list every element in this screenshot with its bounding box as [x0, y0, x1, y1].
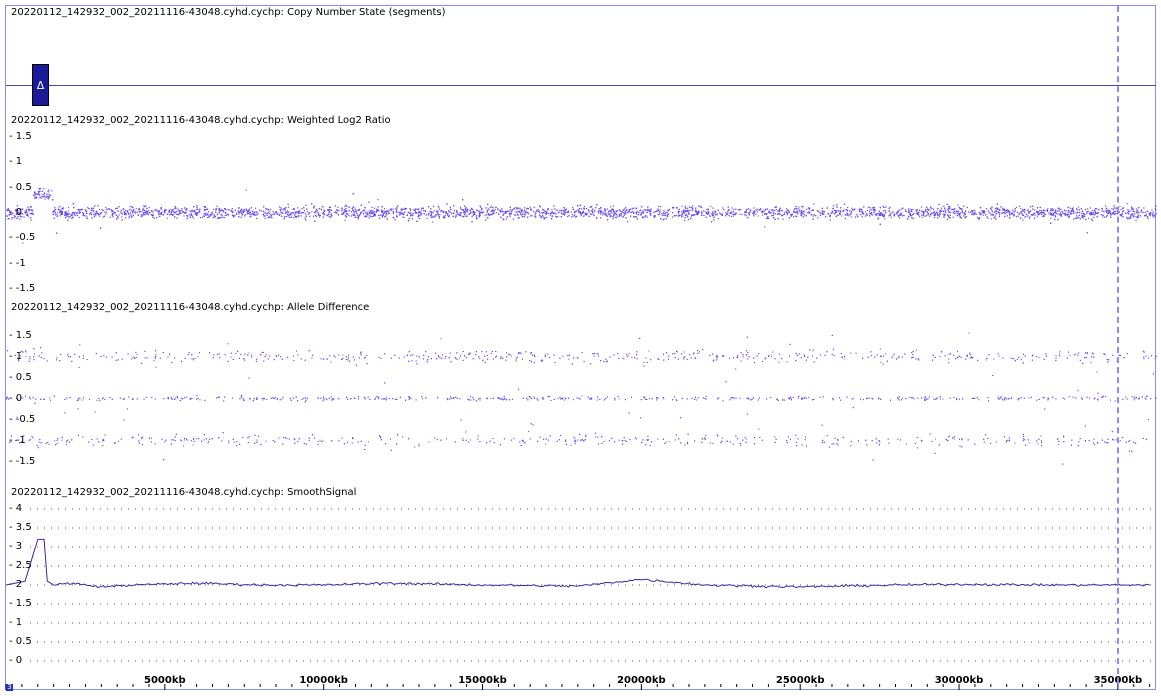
x-axis-label: 10000kb: [299, 675, 348, 686]
x-axis-label: 15000kb: [458, 675, 507, 686]
x-axis-label: 20000kb: [617, 675, 666, 686]
cursor-line[interactable]: [1117, 6, 1119, 684]
copy-number-title: 20220112_142932_002_20211116-43048.cyhd.…: [11, 7, 446, 18]
log2-tick-label: - 0: [9, 206, 23, 218]
smooth-tick-label: - 1: [9, 617, 23, 628]
log2-tick-label: - 1.5: [9, 131, 32, 142]
log2-tick-label: - -0.5: [9, 232, 36, 244]
smooth-signal-title: 20220112_142932_002_20211116-43048.cyhd.…: [11, 487, 357, 498]
smooth-tick-label: - 1.5: [9, 598, 32, 609]
smooth-tick-label: - 0.5: [9, 636, 32, 647]
smooth-tick-label: - 3: [9, 541, 23, 552]
allele-tick-label: - 0: [9, 393, 23, 404]
allele-difference-title: 20220112_142932_002_20211116-43048.cyhd.…: [11, 302, 370, 313]
copy-number-segment-line: [6, 85, 1156, 86]
allele-tick-label: - -0.5: [9, 414, 36, 425]
smooth-tick-label: - 2.5: [9, 560, 32, 571]
x-axis-label: 25000kb: [775, 675, 825, 686]
smooth-tick-label: - 0: [9, 655, 23, 666]
delta-marker-icon[interactable]: Δ: [32, 64, 49, 106]
plot-canvas[interactable]: [0, 0, 1161, 696]
allele-tick-label: - -1.5: [9, 456, 36, 467]
x-axis-label: 5000kb: [144, 675, 186, 686]
smooth-tick-label: - 4: [9, 503, 23, 514]
log2-ratio-points: [6, 187, 1157, 244]
smooth-tick-label: - 3.5: [9, 522, 32, 533]
allele-tick-label: - 1: [9, 351, 23, 362]
allele-tick-label: - 0.5: [9, 372, 32, 383]
allele-tick-label: - -1: [9, 435, 26, 446]
allele-difference-points: [6, 332, 1157, 465]
allele-tick-label: - 1.5: [9, 330, 32, 341]
x-axis-label: 30000kb: [934, 675, 984, 686]
log2-tick-label: - 1: [9, 156, 23, 168]
log2-tick-label: - -1.5: [9, 282, 36, 294]
corner-indicator: 3: [6, 683, 13, 691]
log2-tick-label: - 0.5: [9, 181, 32, 193]
smooth-tick-label: - 2: [9, 579, 23, 590]
log2-tick-label: - -1: [9, 257, 26, 269]
log2-ratio-title: 20220112_142932_002_20211116-43048.cyhd.…: [11, 115, 391, 126]
